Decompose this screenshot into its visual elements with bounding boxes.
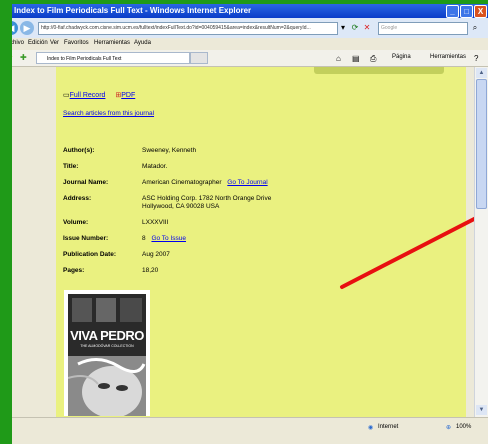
minimize-button[interactable]: _ xyxy=(446,5,459,18)
cover-artwork xyxy=(68,298,146,416)
new-tab-button[interactable] xyxy=(190,52,208,64)
field-value: LXXXVIII xyxy=(142,219,169,226)
slide-background-left xyxy=(0,0,12,444)
field-value: Sweeney, Kenneth xyxy=(142,147,197,154)
globe-icon: ◉ xyxy=(368,425,374,431)
field-label: Pages: xyxy=(63,267,85,274)
zoom-level[interactable]: 100% xyxy=(456,424,471,430)
address-toolbar: ◀ ▶ http://0-fiaf.chadwyck.com.cisne.sim… xyxy=(0,18,488,38)
field-value: 8 xyxy=(142,235,146,242)
dvd-cover-image: VIVA PEDRO THE ALMODÓVAR COLLECTION xyxy=(64,290,150,416)
feeds-icon[interactable]: ▤ xyxy=(352,54,360,63)
scroll-up-icon[interactable]: ▲ xyxy=(476,68,487,78)
field-label: Address: xyxy=(63,195,92,202)
field-label: Publication Date: xyxy=(63,251,117,258)
panel-header-strip xyxy=(314,67,444,74)
forward-button[interactable]: ▶ xyxy=(20,21,34,35)
maximize-button[interactable]: □ xyxy=(460,5,473,18)
menu-herramientas[interactable]: Herramientas xyxy=(94,40,130,46)
home-icon[interactable]: ⌂ xyxy=(336,54,341,63)
field-label: Title: xyxy=(63,163,79,170)
search-articles-link[interactable]: Search articles from this journal xyxy=(63,110,154,117)
field-value: ASC Holding Corp. 1782 North Orange Driv… xyxy=(142,195,272,210)
close-button[interactable]: X xyxy=(474,5,487,18)
window-title: Index to Film Periodicals Full Text - Wi… xyxy=(14,6,252,15)
go-to-journal-link[interactable]: Go To Journal xyxy=(227,179,267,186)
page-menu[interactable]: Página xyxy=(392,54,411,60)
field-value: American Cinematographer xyxy=(142,179,222,186)
add-favorite-icon[interactable]: ✚ xyxy=(20,53,27,62)
field-label: Author(s): xyxy=(63,147,95,154)
zoom-icon: ⊕ xyxy=(446,425,452,431)
field-label: Volume: xyxy=(63,219,89,226)
status-bar: ◉ Internet ⊕ 100% xyxy=(0,417,488,444)
refresh-icon[interactable]: ⟳ xyxy=(350,22,360,33)
scroll-thumb[interactable] xyxy=(476,79,487,209)
menu-edicion[interactable]: Edición xyxy=(28,40,48,46)
browser-window: e Index to Film Periodicals Full Text - … xyxy=(0,4,488,444)
full-record-icon: ▭ xyxy=(63,92,70,99)
vertical-scrollbar[interactable]: ▲ ▼ xyxy=(474,67,488,417)
field-value: 18,20 xyxy=(142,267,159,274)
cover-subtitle: THE ALMODÓVAR COLLECTION xyxy=(80,344,134,348)
address-input[interactable]: http://0-fiaf.chadwyck.com.cisne.sim.ucm… xyxy=(38,22,338,35)
cover-title: VIVA PEDRO xyxy=(70,328,144,343)
zone-label: Internet xyxy=(378,424,399,430)
address-dropdown-icon[interactable]: ▾ xyxy=(338,22,348,33)
menu-favoritos[interactable]: Favoritos xyxy=(64,40,89,46)
help-icon[interactable]: ? xyxy=(474,54,478,63)
full-record-link[interactable]: Full Record xyxy=(70,92,106,99)
field-label: Journal Name: xyxy=(63,179,109,186)
field-value: Aug 2007 xyxy=(142,251,170,258)
go-to-issue-link[interactable]: Go To Issue xyxy=(151,235,186,242)
search-input[interactable]: Google xyxy=(378,22,468,35)
favorites-bar: ★ ✚ Index to Film Periodicals Full Text … xyxy=(0,50,488,67)
red-arrow-annotation xyxy=(340,215,480,289)
menu-ayuda[interactable]: Ayuda xyxy=(134,40,151,46)
search-icon[interactable]: ⌕ xyxy=(470,22,480,33)
field-label: Issue Number: xyxy=(63,235,109,242)
menu-ver[interactable]: Ver xyxy=(50,40,59,46)
tools-menu[interactable]: Herramientas xyxy=(430,54,466,60)
page-content: ▭Full Record ⊞PDF Search articles from t… xyxy=(0,67,488,417)
title-bar: e Index to Film Periodicals Full Text - … xyxy=(0,4,488,18)
scroll-down-icon[interactable]: ▼ xyxy=(476,405,487,415)
print-icon[interactable]: ⎙ xyxy=(370,54,376,64)
field-value: Matador. xyxy=(142,163,168,170)
stop-icon[interactable]: ✕ xyxy=(362,22,372,33)
pdf-link[interactable]: PDF xyxy=(121,92,135,99)
tab-index-film[interactable]: Index to Film Periodicals Full Text xyxy=(36,52,190,64)
